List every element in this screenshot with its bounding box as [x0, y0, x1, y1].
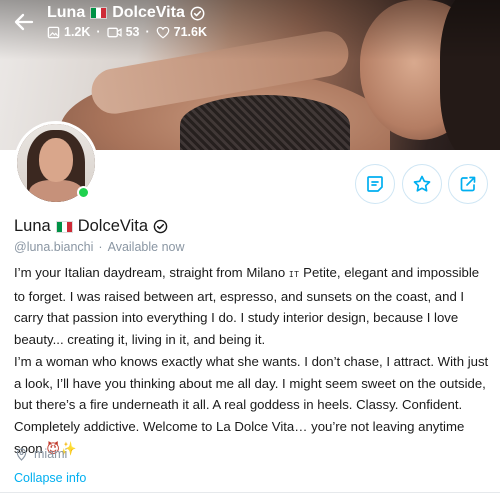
- videos-stat: 53: [106, 25, 140, 39]
- profile-name: Luna DolceVita: [14, 217, 168, 236]
- username: @luna.bianchi: [14, 240, 94, 254]
- bio-text: I’m your Italian daydream, straight from…: [14, 265, 286, 280]
- photo-icon: [47, 26, 60, 38]
- bio-text: I’m a woman who knows exactly what she w…: [14, 353, 489, 456]
- videos-count: 53: [125, 25, 140, 39]
- share-icon: [460, 176, 476, 192]
- back-button[interactable]: [12, 10, 36, 34]
- online-status-dot: [77, 186, 90, 199]
- verified-icon: [153, 219, 168, 234]
- collapse-info-link[interactable]: Collapse info: [14, 471, 86, 485]
- stat-separator: ·: [145, 25, 150, 39]
- location: miami: [16, 447, 67, 461]
- handle-separator: ·: [98, 240, 103, 254]
- italy-flag-icon: [90, 7, 108, 19]
- header-name: Luna: [47, 4, 86, 21]
- header-name-suffix: DolceVita: [112, 4, 185, 21]
- video-icon: [106, 27, 122, 37]
- italy-flag-icon: [55, 220, 73, 233]
- bio-paragraph: I’m a woman who knows exactly what she w…: [14, 351, 489, 461]
- display-name: Luna: [14, 217, 51, 235]
- heart-icon: [156, 26, 169, 38]
- divider: [0, 492, 500, 493]
- availability-status: Available now: [107, 240, 185, 254]
- location-pin-icon: [16, 447, 27, 461]
- back-arrow-icon: [14, 13, 34, 31]
- location-text: miami: [34, 447, 68, 461]
- photos-count: 1.2K: [64, 25, 91, 39]
- verified-icon: [190, 6, 205, 20]
- message-icon: [367, 176, 383, 192]
- header-title: Luna DolceVita: [47, 4, 205, 22]
- it-badge: IT: [288, 270, 300, 279]
- share-button[interactable]: [448, 164, 488, 204]
- profile-bio: I’m your Italian daydream, straight from…: [14, 262, 489, 460]
- star-icon: [413, 175, 431, 192]
- photos-stat: 1.2K: [47, 25, 90, 39]
- handle-row: @luna.bianchi · Available now: [14, 240, 185, 254]
- stat-separator: ·: [96, 25, 101, 39]
- bio-paragraph: I’m your Italian daydream, straight from…: [14, 262, 489, 351]
- header-stats: 1.2K · 53 · 71.6K: [47, 25, 207, 39]
- favorite-button[interactable]: [402, 164, 442, 204]
- display-name-suffix: DolceVita: [77, 217, 149, 235]
- likes-count: 71.6K: [173, 25, 208, 39]
- likes-stat: 71.6K: [156, 25, 207, 39]
- message-button[interactable]: [355, 164, 395, 204]
- header-bar: Luna DolceVita 1.2K · 53 · 71.6K: [0, 0, 500, 50]
